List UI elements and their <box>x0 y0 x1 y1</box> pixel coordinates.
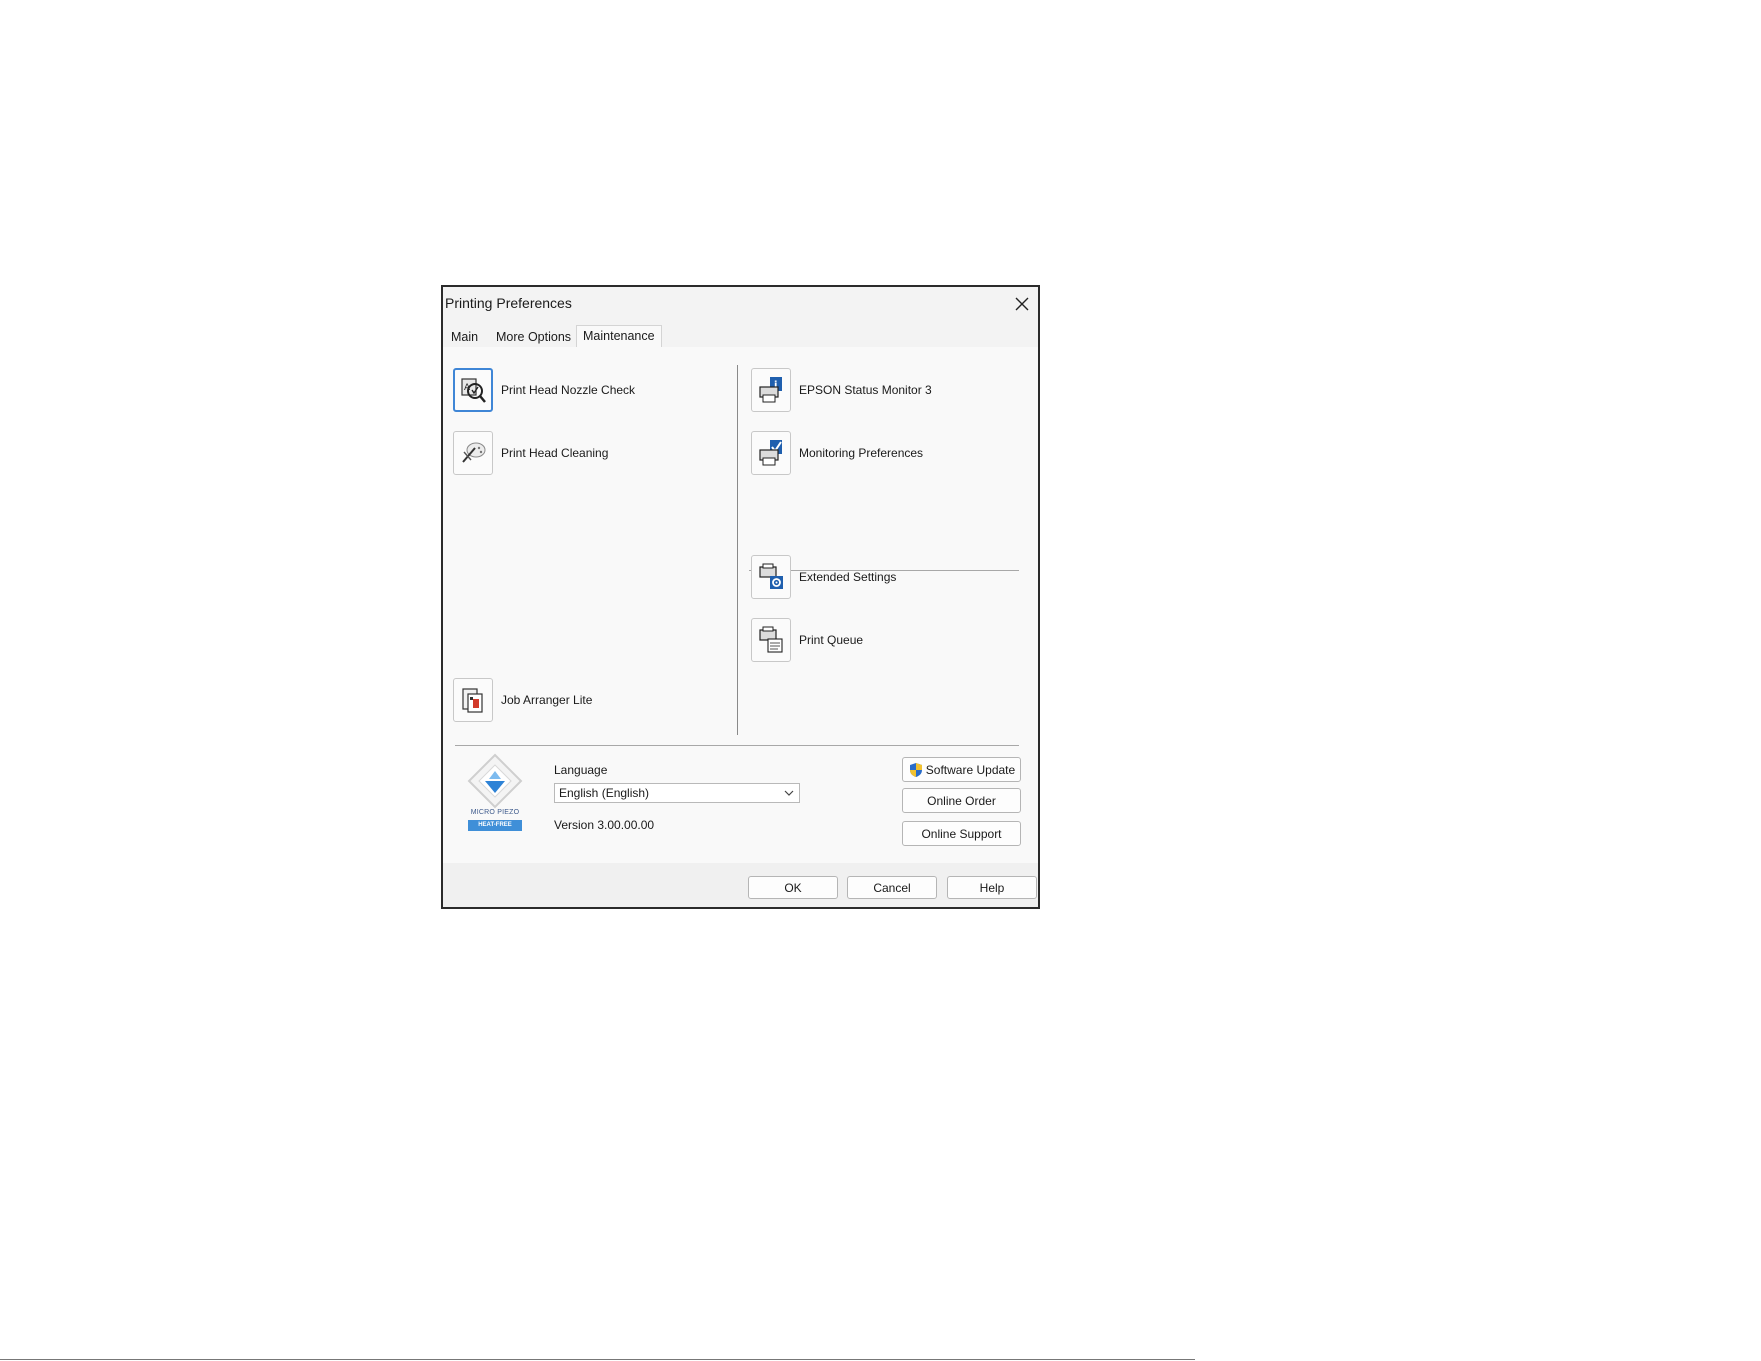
language-selected-value: English (English) <box>559 786 650 800</box>
cancel-button[interactable]: Cancel <box>847 876 937 899</box>
print-queue-button[interactable]: Print Queue <box>751 617 863 663</box>
micro-piezo-logo: MICRO PIEZO HEAT-FREE <box>465 753 525 835</box>
micro-piezo-diamond-icon <box>467 753 523 809</box>
extended-settings-label: Extended Settings <box>799 570 897 584</box>
tab-maintenance[interactable]: Maintenance <box>576 325 662 347</box>
extended-settings-button[interactable]: Extended Settings <box>751 554 896 600</box>
print-queue-label: Print Queue <box>799 633 864 647</box>
job-arranger-lite-button[interactable]: Job Arranger Lite <box>453 677 592 723</box>
close-icon <box>1015 297 1029 311</box>
chevron-down-icon <box>784 790 794 796</box>
language-label: Language <box>554 763 608 777</box>
ok-button[interactable]: OK <box>748 876 838 899</box>
epson-status-monitor-button[interactable]: i EPSON Status Monitor 3 <box>751 367 932 413</box>
print-head-cleaning-button[interactable]: Print Head Cleaning <box>453 430 608 476</box>
nozzle-check-icon: A <box>461 378 486 403</box>
logo-line1: MICRO PIEZO <box>470 809 520 816</box>
online-order-button[interactable]: Online Order <box>902 788 1021 813</box>
print-head-nozzle-check-button[interactable]: A Print Head Nozzle Check <box>453 367 635 413</box>
close-button[interactable] <box>1010 292 1034 316</box>
monitoring-preferences-icon <box>759 440 782 466</box>
dialog-title: Printing Preferences <box>445 295 572 311</box>
tab-main[interactable]: Main <box>445 328 484 346</box>
help-button[interactable]: Help <box>947 876 1037 899</box>
page-baseline-rule <box>0 1359 1195 1360</box>
bottom-divider <box>455 745 1019 746</box>
tab-bar: Main More Options Maintenance <box>443 325 1038 347</box>
job-arranger-icon <box>462 688 483 713</box>
monitoring-preferences-label: Monitoring Preferences <box>799 446 924 460</box>
status-monitor-icon: i <box>759 377 782 403</box>
language-select[interactable]: English (English) <box>554 783 800 803</box>
logo-line2: HEAT-FREE <box>468 820 522 831</box>
online-support-button[interactable]: Online Support <box>902 821 1021 846</box>
print-head-cleaning-label: Print Head Cleaning <box>501 446 609 460</box>
extended-settings-icon <box>759 563 783 589</box>
software-update-label: Software Update <box>925 762 1016 777</box>
title-bar: Printing Preferences <box>443 287 1038 321</box>
tab-more-options[interactable]: More Options <box>490 328 577 346</box>
vertical-divider <box>737 365 738 735</box>
epson-status-monitor-label: EPSON Status Monitor 3 <box>799 383 932 397</box>
head-cleaning-icon <box>462 442 486 463</box>
maintenance-panel: A Print Head Nozzle Check Print Head Cle… <box>443 347 1038 863</box>
shield-icon <box>909 762 922 777</box>
version-text: Version 3.00.00.00 <box>554 818 655 832</box>
print-head-nozzle-check-label: Print Head Nozzle Check <box>501 383 636 397</box>
software-update-button[interactable]: Software Update <box>902 757 1021 782</box>
job-arranger-lite-label: Job Arranger Lite <box>501 693 593 707</box>
print-queue-icon <box>759 626 783 653</box>
printing-preferences-dialog: Printing Preferences Main More Options M… <box>441 285 1040 909</box>
monitoring-preferences-button[interactable]: Monitoring Preferences <box>751 430 923 476</box>
